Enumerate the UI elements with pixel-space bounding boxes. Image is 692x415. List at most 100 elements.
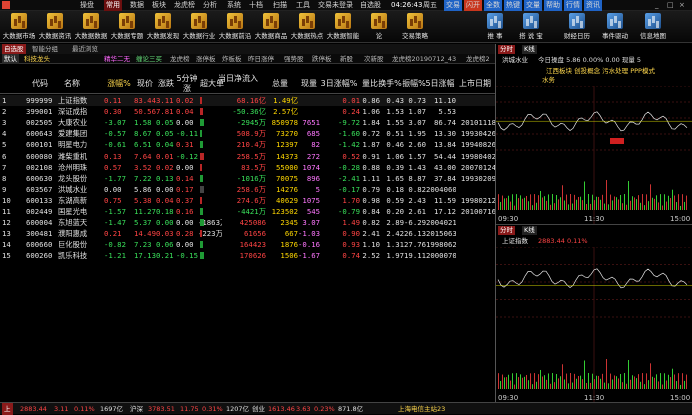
tab-longhu[interactable]: 龙虎榜 xyxy=(170,54,190,64)
col-5min[interactable]: 5分钟涨幅% xyxy=(176,74,198,94)
toolbar-btn-strategy[interactable]: 交易策略 xyxy=(398,12,432,42)
tab-zhaban[interactable]: 炸板板 xyxy=(222,54,242,64)
table-row[interactable]: 14 600660 巨化股份 -0.82 7.23 0.06 0.00 164423 1876-… xyxy=(0,239,495,250)
tab-kline[interactable]: K线 xyxy=(522,45,537,54)
col-change-pct[interactable]: 涨幅% xyxy=(104,74,134,94)
col-volratio[interactable]: 量比 xyxy=(360,74,380,94)
menu-bankuai[interactable]: 板块 xyxy=(152,0,166,11)
tab-longhu2[interactable]: 龙虎榜2 xyxy=(466,54,494,64)
toolbar-btn-infomap[interactable]: 信息地图 xyxy=(636,12,670,42)
toolbar-btn-industry[interactable]: 大数据行业 xyxy=(182,12,216,42)
tab-longhu-date[interactable]: 龙虎榜20190712_43 xyxy=(392,54,464,64)
col-price[interactable]: 现价 xyxy=(134,74,156,94)
table-row[interactable]: 5 600101 明星电力 -0.61 6.51 0.04 0.31 210.4万 12397 8… xyxy=(0,139,496,150)
tab-chanlun[interactable]: 缠论三买 xyxy=(136,54,162,64)
tab-kline-index[interactable]: K线 xyxy=(522,226,537,235)
toolbar-btn-commodity[interactable]: 大数据商品 xyxy=(254,12,288,42)
col-netflow[interactable]: 当日净流入 xyxy=(218,74,258,94)
col-name[interactable]: 名称 xyxy=(58,74,86,94)
table-row[interactable]: 3 002505 大康农业 -3.07 1.58 0.05 0.00 -2945万 850978… xyxy=(0,117,496,128)
tab-intraday-index[interactable]: 分时 xyxy=(498,226,515,235)
tab-keji[interactable]: 科技龙头 xyxy=(24,54,50,64)
status-sh-label[interactable]: 上 xyxy=(2,403,13,415)
maximize-icon[interactable]: □ xyxy=(667,0,674,11)
app-logo-icon[interactable] xyxy=(2,0,12,11)
tab-zhangting[interactable]: 涨停板 xyxy=(196,54,216,64)
menu-saomiao[interactable]: 扫描 xyxy=(273,0,287,11)
menu-shankai[interactable]: 闪开 xyxy=(464,0,482,11)
tab-zixuangu[interactable]: 自选股 xyxy=(2,44,26,54)
menu-zixuangu[interactable]: 自选股 xyxy=(360,0,381,11)
tab-dieting[interactable]: 跌停板 xyxy=(312,54,332,64)
toolbar-btn-event[interactable]: 事件驱动 xyxy=(598,12,632,42)
col-amplitude[interactable]: 振幅% xyxy=(402,74,426,94)
table-row[interactable]: 9 603567 洪城水业 0.00 5.86 0.00 0.17 258.6万 14276 5-… xyxy=(0,184,495,195)
table-row[interactable]: 7 002108 沧州明珠 0.57 3.52 0.02 0.00 83.5万 55000 107… xyxy=(0,162,496,173)
time-label: 15:00 xyxy=(670,215,690,223)
col-5day[interactable]: 5日涨幅 xyxy=(424,74,456,94)
menu-hangqing[interactable]: 行情 xyxy=(564,0,582,11)
status-cy-label[interactable]: 创业 xyxy=(252,403,265,415)
menu-trade-status[interactable]: 交易未登录 xyxy=(318,0,353,11)
table-row[interactable]: 2 399001 深证成指 0.30 50.56 7.81 0.04 -50.36亿 2.57亿… xyxy=(0,106,495,117)
menu-longhubang[interactable]: 龙虎榜 xyxy=(174,0,195,11)
tab-recent[interactable]: 最近浏览 xyxy=(72,44,98,54)
tab-qiangshi[interactable]: 强势股 xyxy=(284,54,304,64)
table-row[interactable]: 4 600643 爱建集团 -0.57 8.67 0.05 -0.11 508.9万 73270… xyxy=(0,128,496,139)
menu-jiaoliang[interactable]: 交量 xyxy=(524,0,542,11)
menu-xitong[interactable]: 系统 xyxy=(227,0,241,11)
col-code[interactable]: 代码 xyxy=(26,74,54,94)
table-row[interactable]: 11 002449 国星光电 -1.57 11.27 0.18 0.16 -4421万 1235… xyxy=(0,206,496,217)
table-row[interactable]: 10 600133 东湖高新 0.75 5.38 0.04 0.37 274.6万 40629 1… xyxy=(0,195,496,206)
col-curvol[interactable]: 现量 xyxy=(298,74,320,94)
col-volume[interactable]: 总量 xyxy=(268,74,292,94)
minimize-icon[interactable]: _ xyxy=(655,0,659,11)
toolbar-btn-market[interactable]: 大数据市场 xyxy=(2,12,36,42)
table-row[interactable]: 13 300481 濮阳惠成 0.21 14.49 0.03 0.28 -223万 61656 6… xyxy=(0,228,495,239)
status-sz-label[interactable]: 沪深 xyxy=(130,403,143,415)
menu-quanshu[interactable]: 全数 xyxy=(484,0,502,11)
col-turnover[interactable]: 换手% xyxy=(378,74,402,94)
menu-jiaoyi[interactable]: 交易 xyxy=(444,0,462,11)
tab-jinghua[interactable]: 精华二无 xyxy=(104,54,130,64)
menu-rejian[interactable]: 热键 xyxy=(504,0,522,11)
table-row[interactable]: 15 600260 凯乐科技 -1.21 17.13 0.21 -0.15 170626 150… xyxy=(0,250,495,261)
col-3day[interactable]: 3日涨幅% xyxy=(318,74,360,94)
toolbar-btn-hotspot[interactable]: 大数据热点 xyxy=(290,12,324,42)
table-row[interactable]: 12600004东旭蓝天-1.475.370.000.00-1863万42508… xyxy=(0,217,495,228)
tab-default[interactable]: 默认 xyxy=(2,54,19,64)
toolbar-btn-lun[interactable]: 论 xyxy=(362,12,396,42)
menu-changyong[interactable]: 常用 xyxy=(104,0,122,11)
quote-table-header: 代码 名称 涨幅% 现价 涨跌 5分钟涨幅% 超大单 当日净流入 总量 现量 3… xyxy=(0,74,495,94)
menu-shuju[interactable]: 数据 xyxy=(130,0,144,11)
toolbar-btn-calendar[interactable]: 财经日历 xyxy=(560,12,594,42)
close-icon[interactable]: × xyxy=(679,0,685,11)
menu-fenxi[interactable]: 分析 xyxy=(203,0,217,11)
tab-smart-group[interactable]: 智能分组 xyxy=(32,44,58,54)
toolbar-btn-push[interactable]: 推 事 xyxy=(478,12,512,42)
table-row[interactable]: 6 600080 潍柴重机 0.13 7.64 0.01 -0.12 258.5万 14373 2… xyxy=(0,151,496,162)
menu-gongju[interactable]: 工具 xyxy=(296,0,310,11)
toolbar-btn-frontier[interactable]: 大数据前沿 xyxy=(218,12,252,42)
toolbar-btn-news[interactable]: 大数据资讯 xyxy=(38,12,72,42)
toolbar-btn-discover[interactable]: 大数据发现 xyxy=(146,12,180,42)
tab-intraday[interactable]: 分时 xyxy=(498,45,515,54)
menu-shidang[interactable]: 十档 xyxy=(249,0,263,11)
index-intraday-chart[interactable]: 09:30 11:30 15:00 xyxy=(496,247,692,403)
table-row[interactable]: 1 999999 上证指数 0.11 83.44 3.11 0.02 68.16亿 1.49亿 0… xyxy=(0,95,495,107)
stock-intraday-chart[interactable]: 09:30 11:30 15:00 xyxy=(496,86,692,224)
toolbar-btn-data[interactable]: 大数据数据 xyxy=(74,12,108,42)
toolbar-btn-smart[interactable]: 大数据智能 xyxy=(326,12,360,42)
table-row[interactable]: 8 600630 龙头股份 -1.77 7.22 0.13 0.14 -1016万 70075 8… xyxy=(0,173,496,184)
menu-caopan[interactable]: 操盘 xyxy=(80,0,94,11)
table-cell: 19980626 xyxy=(426,240,456,250)
col-change[interactable]: 涨跌 xyxy=(156,74,176,94)
tab-zuori[interactable]: 昨日涨停 xyxy=(248,54,274,64)
toolbar-btn-dashuobao[interactable]: 搭 说 宝 xyxy=(514,12,548,42)
tab-xingu[interactable]: 新股 xyxy=(340,54,353,64)
menu-bangzhu[interactable]: 帮助 xyxy=(544,0,562,11)
toolbar-btn-topic[interactable]: 大数据专题 xyxy=(110,12,144,42)
menu-zixun[interactable]: 资讯 xyxy=(584,0,602,11)
col-listdate[interactable]: 上市日期 xyxy=(456,74,494,94)
tab-cixingu[interactable]: 次新股 xyxy=(364,54,384,64)
